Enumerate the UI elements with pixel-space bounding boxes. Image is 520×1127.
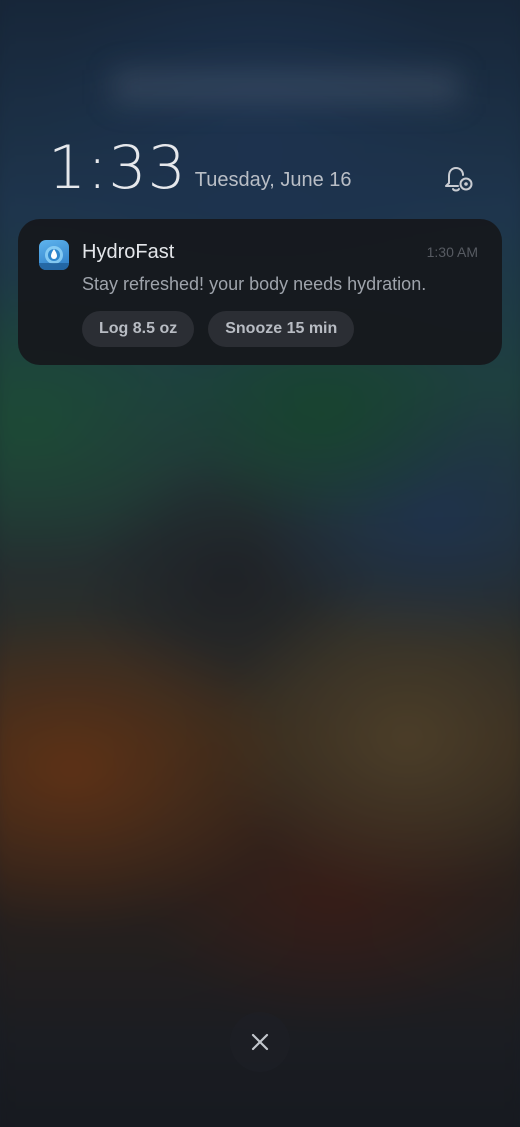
hydrofast-app-icon: [39, 240, 69, 270]
notification-settings-button[interactable]: [440, 160, 476, 196]
clock-date: Tuesday, June 16: [194, 169, 352, 191]
blurred-status-area: [112, 70, 460, 104]
notification-app-name: HydroFast: [82, 241, 175, 263]
close-icon: [251, 1033, 269, 1051]
notification-time: 1:30 AM: [426, 244, 478, 260]
notification-settings-icon: [445, 166, 473, 192]
clock-time: 1:33: [48, 133, 187, 203]
log-water-button[interactable]: Log 8.5 oz: [82, 311, 195, 347]
snooze-button[interactable]: Snooze 15 min: [208, 311, 355, 347]
lockscreen-clock: 1:33 Tuesday, June 16: [48, 134, 480, 198]
dismiss-all-button[interactable]: [230, 1012, 290, 1072]
notification-card[interactable]: HydroFast 1:30 AM Stay refreshed! your b…: [18, 219, 502, 365]
notification-actions: Log 8.5 oz Snooze 15 min: [82, 311, 355, 347]
notification-message: Stay refreshed! your body needs hydratio…: [82, 274, 427, 294]
